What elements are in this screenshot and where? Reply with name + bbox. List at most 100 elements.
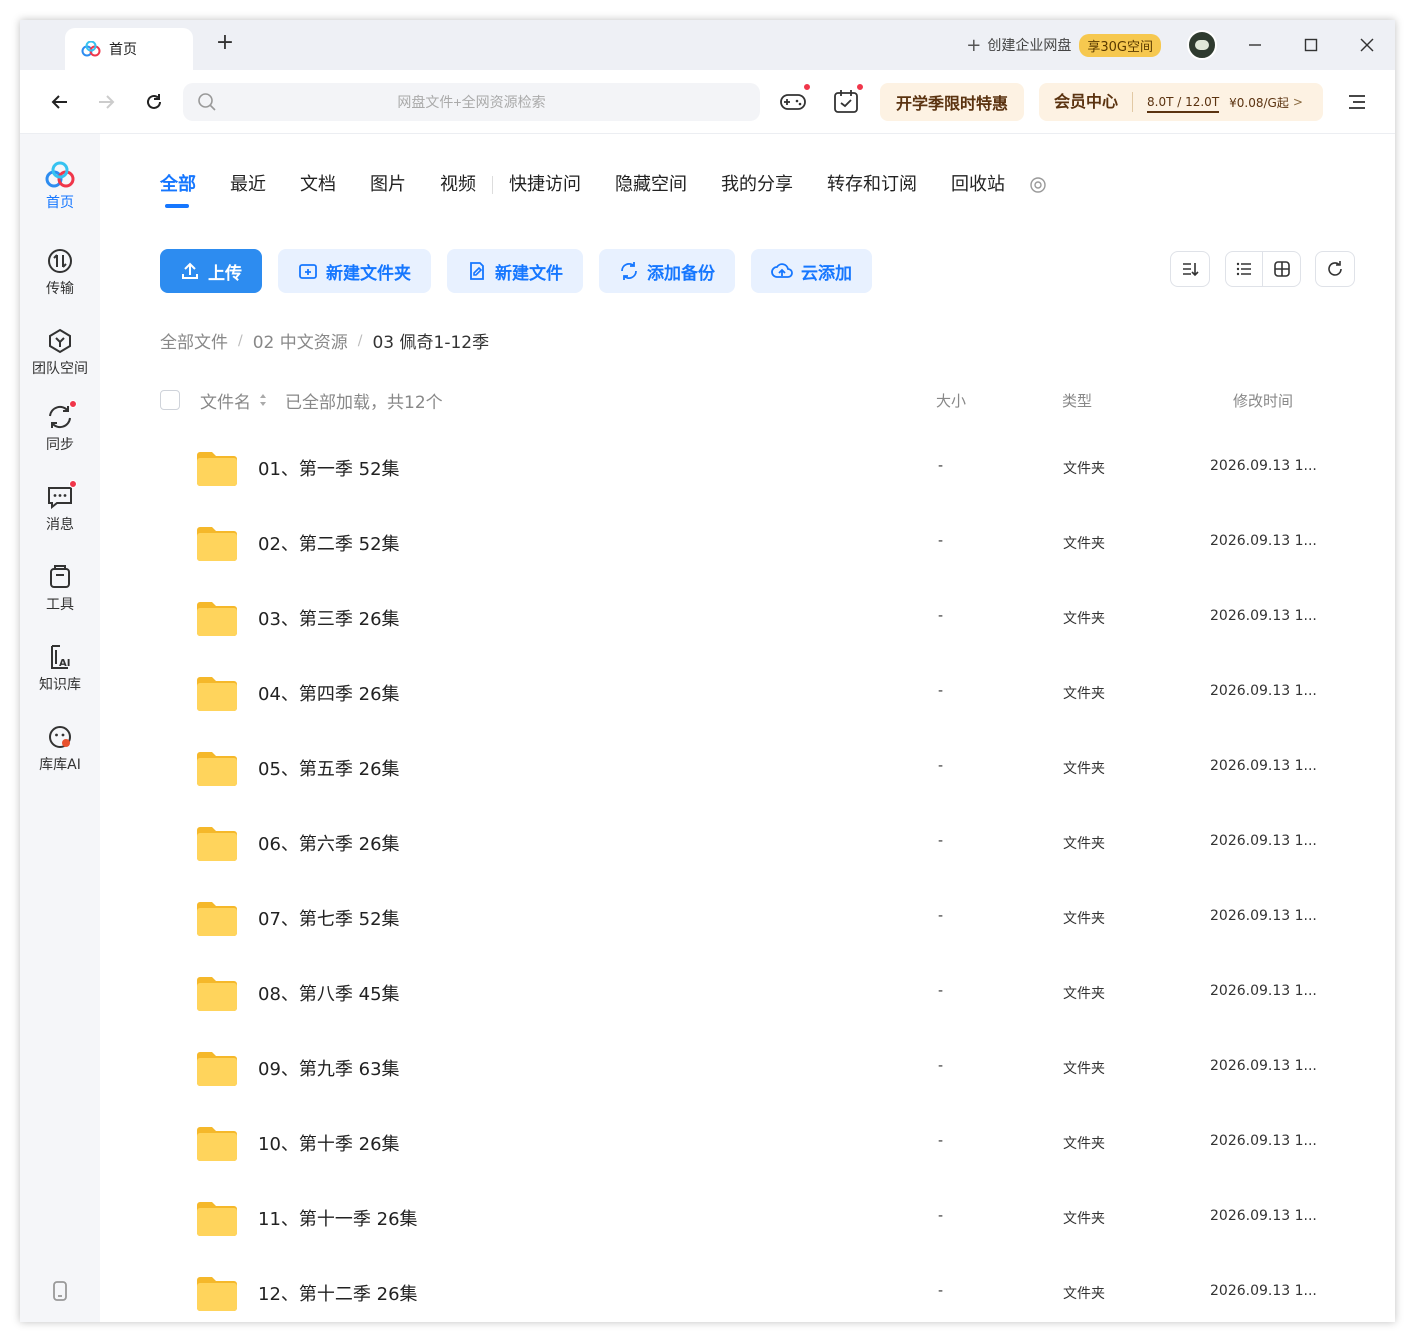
- sidebar-item-team[interactable]: 团队空间: [20, 326, 100, 378]
- file-modified-time: 2026.09.13 1...: [1210, 983, 1317, 999]
- sidebar-item-tools[interactable]: 工具: [20, 562, 100, 614]
- add-backup-button[interactable]: 添加备份: [599, 249, 735, 293]
- game-button[interactable]: [778, 83, 811, 118]
- close-icon: [1360, 38, 1374, 52]
- table-row[interactable]: 11、第十一季 26集 - 文件夹 2026.09.13 1...: [160, 1181, 1335, 1256]
- refresh-list-button[interactable]: [1315, 251, 1355, 287]
- tab-quick-access[interactable]: 快捷访问: [509, 172, 581, 198]
- main-menu-button[interactable]: [1345, 90, 1369, 114]
- avatar[interactable]: [1187, 30, 1217, 60]
- phone-icon: [53, 1281, 67, 1301]
- file-name[interactable]: 10、第十季 26集: [258, 1130, 400, 1156]
- breadcrumb-item[interactable]: 全部文件: [160, 328, 228, 353]
- toolbox-icon: [45, 562, 75, 592]
- sidebar-item-sync[interactable]: 同步: [20, 400, 100, 454]
- sidebar-item-kuku-ai[interactable]: 库库AI: [20, 722, 100, 774]
- tab-hidden-space[interactable]: 隐藏空间: [615, 172, 687, 198]
- sort-button[interactable]: [1170, 251, 1210, 287]
- file-name[interactable]: 09、第九季 63集: [258, 1055, 400, 1081]
- back-button[interactable]: [46, 88, 74, 116]
- search-input[interactable]: [183, 83, 760, 121]
- file-name[interactable]: 12、第十二季 26集: [258, 1280, 418, 1306]
- file-name[interactable]: 06、第六季 26集: [258, 830, 400, 856]
- plus-icon: +: [966, 34, 982, 56]
- table-row[interactable]: 12、第十二季 26集 - 文件夹 2026.09.13 1...: [160, 1256, 1335, 1322]
- tab-label: 首页: [109, 42, 137, 58]
- table-row[interactable]: 03、第三季 26集 - 文件夹 2026.09.13 1...: [160, 581, 1335, 656]
- create-enterprise-button[interactable]: + 创建企业网盘 享30G空间: [966, 33, 1161, 57]
- minimize-button[interactable]: [1227, 20, 1283, 70]
- file-name[interactable]: 02、第二季 52集: [258, 530, 400, 556]
- breadcrumb-item[interactable]: 02 中文资源: [253, 328, 348, 353]
- select-all-checkbox[interactable]: [160, 390, 180, 410]
- gamepad-icon: [780, 94, 806, 110]
- tab-my-shares[interactable]: 我的分享: [721, 172, 793, 198]
- notification-dot: [803, 83, 811, 91]
- file-size: -: [938, 608, 944, 624]
- table-row[interactable]: 07、第七季 52集 - 文件夹 2026.09.13 1...: [160, 881, 1335, 956]
- sort-arrows-icon[interactable]: [258, 392, 268, 408]
- new-file-button[interactable]: 新建文件: [447, 249, 583, 293]
- file-modified-time: 2026.09.13 1...: [1210, 533, 1317, 549]
- main-content: 全部 最近 文档 图片 视频 快捷访问 隐藏空间 我的分享 转存和订阅 回收站 …: [100, 134, 1395, 1322]
- file-name[interactable]: 01、第一季 52集: [258, 455, 400, 481]
- tab-saved-subscriptions[interactable]: 转存和订阅: [827, 172, 917, 198]
- table-row[interactable]: 05、第五季 26集 - 文件夹 2026.09.13 1...: [160, 731, 1335, 806]
- tab-videos[interactable]: 视频: [440, 172, 476, 198]
- table-row[interactable]: 02、第二季 52集 - 文件夹 2026.09.13 1...: [160, 506, 1335, 581]
- file-name[interactable]: 11、第十一季 26集: [258, 1205, 418, 1231]
- tab-divider: [492, 176, 493, 194]
- tab-documents[interactable]: 文档: [300, 172, 336, 198]
- tab-recycle-bin[interactable]: 回收站: [951, 172, 1005, 198]
- bonus-badge: 享30G空间: [1079, 33, 1161, 57]
- maximize-button[interactable]: [1283, 20, 1339, 70]
- file-name[interactable]: 04、第四季 26集: [258, 680, 400, 706]
- tab-images[interactable]: 图片: [370, 172, 406, 198]
- search-bar[interactable]: [183, 83, 760, 121]
- file-name[interactable]: 03、第三季 26集: [258, 605, 400, 631]
- sort-icon: [1183, 263, 1199, 277]
- table-row[interactable]: 09、第九季 63集 - 文件夹 2026.09.13 1...: [160, 1031, 1335, 1106]
- new-tab-button[interactable]: +: [213, 32, 237, 56]
- column-header-size: 大小: [936, 392, 967, 410]
- calendar-check-icon: [834, 90, 858, 113]
- sidebar-item-messages[interactable]: 消息: [20, 480, 100, 534]
- table-row[interactable]: 04、第四季 26集 - 文件夹 2026.09.13 1...: [160, 656, 1335, 731]
- refresh-button[interactable]: [140, 88, 168, 116]
- file-name[interactable]: 05、第五季 26集: [258, 755, 400, 781]
- table-row[interactable]: 06、第六季 26集 - 文件夹 2026.09.13 1...: [160, 806, 1335, 881]
- tab-all[interactable]: 全部: [160, 172, 196, 208]
- sidebar-item-home[interactable]: 首页: [20, 160, 100, 212]
- knowledge-ai-icon: AI: [45, 642, 75, 672]
- checkin-button[interactable]: [831, 83, 864, 118]
- table-row[interactable]: 08、第八季 45集 - 文件夹 2026.09.13 1...: [160, 956, 1335, 1031]
- sidebar-item-transfer[interactable]: 传输: [20, 246, 100, 298]
- forward-button[interactable]: [92, 88, 120, 116]
- sidebar-item-label: 同步: [46, 437, 74, 453]
- tab-home[interactable]: 首页: [65, 28, 193, 70]
- file-name[interactable]: 07、第七季 52集: [258, 905, 400, 931]
- file-type: 文件夹: [1063, 1061, 1105, 1077]
- refresh-icon: [147, 94, 161, 109]
- cloud-add-button[interactable]: 云添加: [751, 249, 872, 293]
- folder-icon: [197, 752, 237, 786]
- promo-button[interactable]: 开学季限时特惠: [880, 83, 1024, 121]
- title-bar: 首页 + + 创建企业网盘 享30G空间: [20, 20, 1395, 70]
- mobile-device-button[interactable]: [20, 1280, 100, 1306]
- sidebar: 首页 传输 团队空间 同步 消息 工具 AI 知识库 库库AI: [20, 134, 100, 1322]
- table-row[interactable]: 01、第一季 52集 - 文件夹 2026.09.13 1...: [160, 431, 1335, 506]
- arrow-left-icon: [51, 95, 67, 109]
- upload-button[interactable]: 上传: [160, 249, 262, 293]
- grid-view-button[interactable]: [1263, 252, 1300, 286]
- breadcrumb-separator: /: [238, 332, 243, 349]
- tab-settings-icon[interactable]: [1029, 176, 1047, 194]
- list-view-button[interactable]: [1226, 252, 1263, 286]
- sidebar-item-knowledge[interactable]: AI 知识库: [20, 642, 100, 694]
- vip-center-button[interactable]: 会员中心 8.0T / 12.0T ¥0.08/G起 >: [1039, 83, 1323, 121]
- file-name[interactable]: 08、第八季 45集: [258, 980, 400, 1006]
- column-header-name[interactable]: 文件名: [200, 388, 251, 413]
- table-row[interactable]: 10、第十季 26集 - 文件夹 2026.09.13 1...: [160, 1106, 1335, 1181]
- new-folder-button[interactable]: 新建文件夹: [278, 249, 431, 293]
- tab-recent[interactable]: 最近: [230, 172, 266, 198]
- close-button[interactable]: [1339, 20, 1395, 70]
